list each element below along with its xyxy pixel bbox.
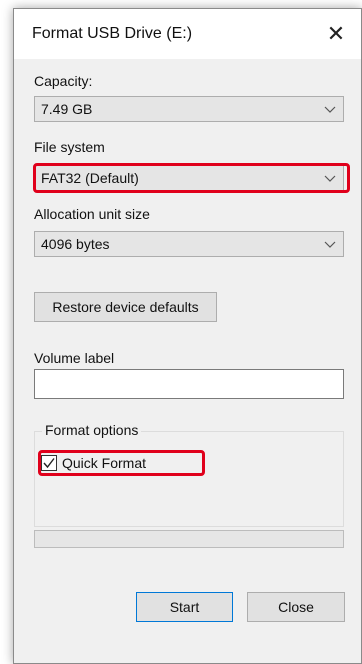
- start-button[interactable]: Start: [136, 592, 233, 622]
- chevron-down-icon: [324, 241, 336, 248]
- title-bar: Format USB Drive (E:) ✕: [14, 9, 361, 59]
- close-icon[interactable]: ✕: [319, 17, 353, 51]
- quick-format-highlight: [38, 450, 205, 476]
- format-options-group: [34, 431, 344, 527]
- volume-label-input[interactable]: [34, 369, 344, 399]
- capacity-value: 7.49 GB: [41, 101, 93, 117]
- capacity-label: Capacity:: [34, 73, 93, 89]
- file-system-label: File system: [34, 139, 105, 155]
- file-system-highlight: [33, 163, 350, 193]
- chevron-down-icon: [324, 106, 336, 113]
- window-title: Format USB Drive (E:): [32, 25, 193, 42]
- format-dialog: Format USB Drive (E:) ✕ Capacity: 7.49 G…: [13, 8, 362, 664]
- volume-label-caption: Volume label: [34, 350, 115, 366]
- close-button[interactable]: Close: [247, 592, 345, 622]
- allocation-dropdown[interactable]: 4096 bytes: [34, 231, 344, 257]
- format-options-legend: Format options: [42, 422, 142, 438]
- restore-defaults-button[interactable]: Restore device defaults: [34, 292, 217, 322]
- format-progress-bar: [34, 530, 344, 548]
- allocation-label: Allocation unit size: [34, 206, 150, 222]
- capacity-dropdown[interactable]: 7.49 GB: [34, 96, 344, 122]
- allocation-value: 4096 bytes: [41, 236, 110, 252]
